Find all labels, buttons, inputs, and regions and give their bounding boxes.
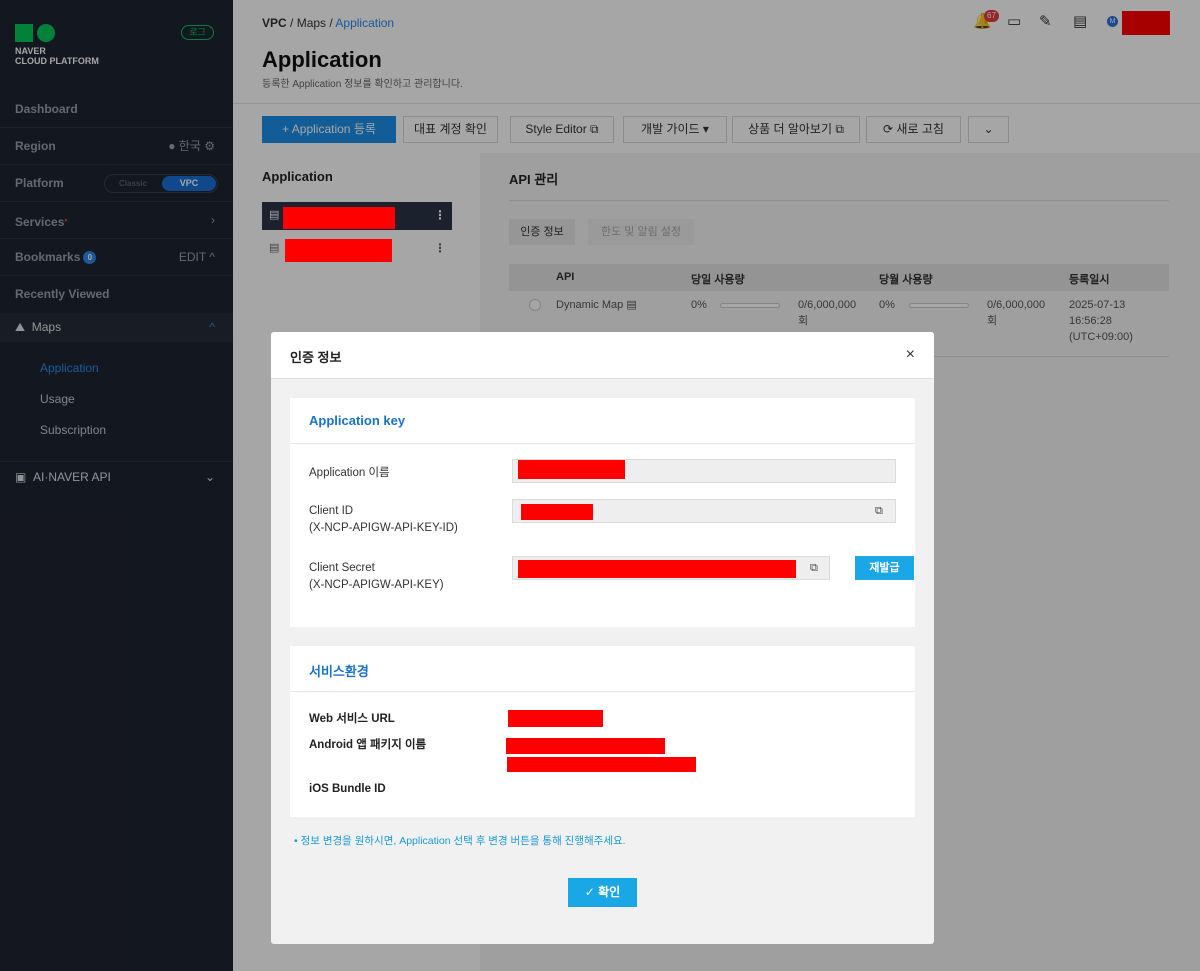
app-name-label: Application 이름 <box>309 467 390 479</box>
redacted-value <box>507 757 696 772</box>
modal-title: 인증 정보 <box>290 350 342 365</box>
redacted-value <box>518 560 796 578</box>
android-package-label: Android 앱 패키지 이름 <box>309 739 427 751</box>
service-environment-title: 서비스환경 <box>309 664 369 679</box>
web-url-label: Web 서비스 URL <box>309 713 395 725</box>
redacted-app-name <box>285 239 392 262</box>
ios-bundle-label: iOS Bundle ID <box>309 783 386 795</box>
redacted-value <box>518 460 625 479</box>
reissue-button[interactable]: 재발급 <box>855 556 914 580</box>
modal-header: 인증 정보 × <box>271 332 934 379</box>
application-key-card: Application key Application 이름 Client ID… <box>290 398 915 627</box>
card-divider <box>290 691 915 692</box>
redacted-value <box>508 710 603 727</box>
service-environment-card: 서비스환경 Web 서비스 URL Android 앱 패키지 이름 iOS B… <box>290 646 915 817</box>
confirm-button[interactable]: ✓ 확인 <box>568 878 637 907</box>
client-secret-label: Client Secret (X-NCP-APIGW-API-KEY) <box>309 562 444 591</box>
redacted-app-name <box>283 207 395 229</box>
auth-info-modal: 인증 정보 × Application key Application 이름 C… <box>271 332 934 944</box>
card-divider <box>290 443 915 444</box>
info-note: • 정보 변경을 원하시면, Application 선택 후 변경 버튼을 통… <box>294 835 626 847</box>
copy-icon[interactable]: ⧉ <box>810 562 818 575</box>
redacted-value <box>506 738 665 754</box>
close-icon[interactable]: × <box>906 346 915 364</box>
client-id-label: Client ID (X-NCP-APIGW-API-KEY-ID) <box>309 505 458 534</box>
copy-icon[interactable]: ⧉ <box>875 505 883 518</box>
redacted-value <box>521 504 593 520</box>
application-key-title: Application key <box>309 413 406 428</box>
